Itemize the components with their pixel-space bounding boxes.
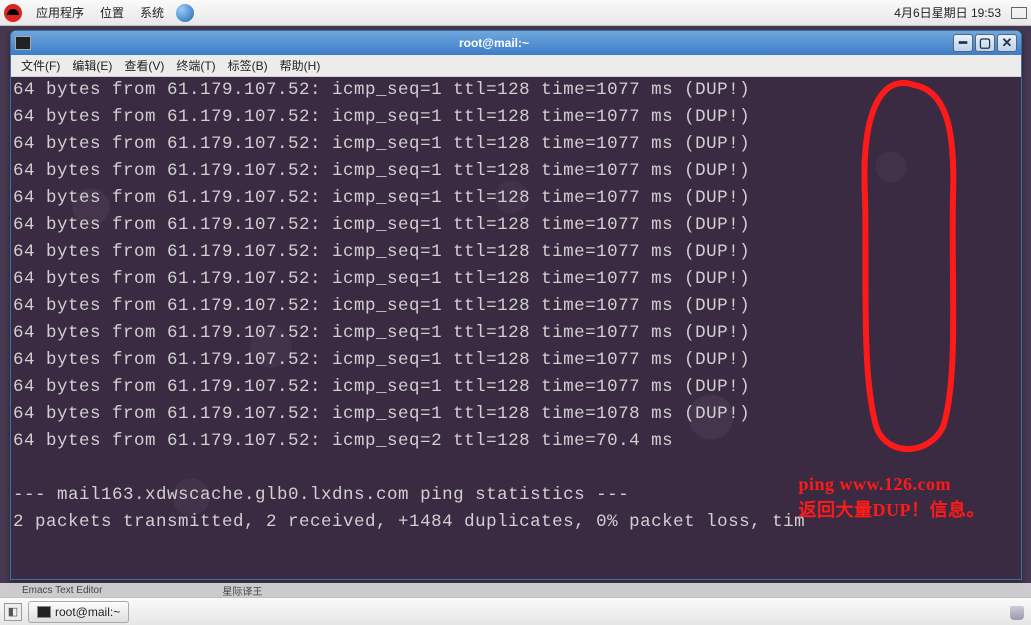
ping-output-line: 64 bytes from 61.179.107.52: icmp_seq=1 … [13, 77, 1019, 104]
menu-places[interactable]: 位置 [92, 4, 132, 21]
menu-system[interactable]: 系统 [132, 4, 172, 21]
clock[interactable]: 4月6日星期日 19:53 [888, 4, 1007, 21]
ping-output-line: 64 bytes from 61.179.107.52: icmp_seq=1 … [13, 104, 1019, 131]
annotation-line1: ping www.126.com [799, 471, 986, 497]
browser-launcher-icon[interactable] [176, 4, 194, 22]
ping-output-line: 64 bytes from 61.179.107.52: icmp_seq=1 … [13, 239, 1019, 266]
redhat-icon[interactable] [4, 4, 22, 22]
menu-tabs[interactable]: 标签(B) [222, 57, 274, 74]
ping-output-line: 64 bytes from 61.179.107.52: icmp_seq=1 … [13, 158, 1019, 185]
maximize-button[interactable]: ▢ [975, 34, 995, 52]
ping-output-line: 64 bytes from 61.179.107.52: icmp_seq=1 … [13, 212, 1019, 239]
top-panel: 应用程序 位置 系统 4月6日星期日 19:53 [0, 0, 1031, 26]
show-desktop-button[interactable]: ◧ [4, 603, 22, 621]
menu-applications[interactable]: 应用程序 [28, 4, 92, 21]
titlebar[interactable]: root@mail:~ ━ ▢ ✕ [11, 31, 1021, 55]
minimized-task-emacs[interactable]: Emacs Text Editor [22, 585, 102, 596]
terminal-icon [37, 606, 51, 618]
menu-terminal[interactable]: 终端(T) [170, 57, 221, 74]
menu-edit[interactable]: 编辑(E) [66, 57, 118, 74]
ping-output-line: 64 bytes from 61.179.107.52: icmp_seq=1 … [13, 131, 1019, 158]
tray-icon[interactable] [1011, 7, 1027, 19]
minimized-task-stardict[interactable]: 星际译王 [222, 583, 262, 598]
taskbar-terminal-label: root@mail:~ [55, 605, 120, 619]
window-app-icon [15, 36, 31, 50]
menu-help[interactable]: 帮助(H) [274, 57, 327, 74]
ping-output-line: 64 bytes from 61.179.107.52: icmp_seq=1 … [13, 347, 1019, 374]
annotation-text: ping www.126.com 返回大量DUP！信息。 [799, 471, 986, 523]
ping-output-line: 64 bytes from 61.179.107.52: icmp_seq=1 … [13, 374, 1019, 401]
terminal-window: root@mail:~ ━ ▢ ✕ 文件(F) 编辑(E) 查看(V) 终端(T… [10, 30, 1022, 580]
bottom-panel: Emacs Text Editor 星际译王 ◧ root@mail:~ [0, 583, 1031, 625]
ping-output-line: 64 bytes from 61.179.107.52: icmp_seq=1 … [13, 401, 1019, 428]
trash-icon[interactable] [1007, 602, 1027, 622]
ping-output-line: 64 bytes from 61.179.107.52: icmp_seq=1 … [13, 320, 1019, 347]
taskbar-terminal-button[interactable]: root@mail:~ [28, 601, 129, 623]
ping-output-line: 64 bytes from 61.179.107.52: icmp_seq=1 … [13, 266, 1019, 293]
ping-output-line: 64 bytes from 61.179.107.52: icmp_seq=1 … [13, 185, 1019, 212]
annotation-line2: 返回大量DUP！信息。 [799, 497, 986, 523]
terminal-body[interactable]: 64 bytes from 61.179.107.52: icmp_seq=1 … [11, 77, 1021, 579]
menu-view[interactable]: 查看(V) [118, 57, 170, 74]
ping-output-line: 64 bytes from 61.179.107.52: icmp_seq=2 … [13, 428, 1019, 455]
close-button[interactable]: ✕ [997, 34, 1017, 52]
menu-file[interactable]: 文件(F) [15, 57, 66, 74]
window-title: root@mail:~ [37, 36, 951, 50]
ping-output-line: 64 bytes from 61.179.107.52: icmp_seq=1 … [13, 293, 1019, 320]
menubar: 文件(F) 编辑(E) 查看(V) 终端(T) 标签(B) 帮助(H) [11, 55, 1021, 77]
minimize-button[interactable]: ━ [953, 34, 973, 52]
